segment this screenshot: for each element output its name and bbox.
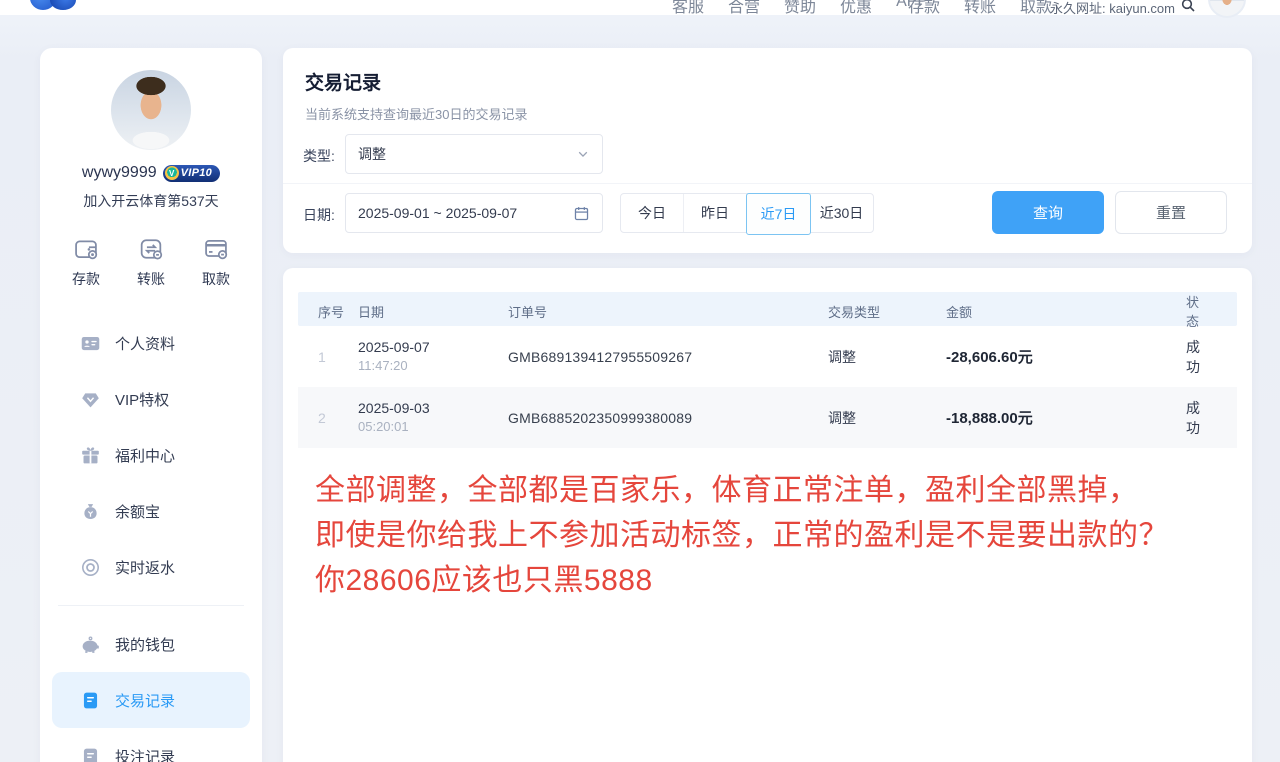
nav-sponsorship[interactable]: 赞助 — [784, 0, 816, 17]
vip-shield-icon: V — [165, 166, 179, 180]
cell-amount: -28,606.60元 — [946, 346, 1186, 367]
top-wallet-links: 存款 转账 取款 — [908, 0, 1052, 17]
date-range-input[interactable]: 2025-09-01 ~ 2025-09-07 — [345, 193, 603, 233]
quick-action-transfer[interactable]: 转账 — [137, 235, 165, 289]
top-nav-bar: 客服 合营 赞助 优惠 APP 存款 转账 取款 永久网址: kaiyun.co… — [0, 0, 1280, 15]
id-card-icon — [80, 333, 101, 354]
header-amount: 金额 — [946, 302, 1186, 321]
header-index: 序号 — [318, 302, 358, 321]
bank-card-icon — [202, 235, 230, 263]
sidebar-menu: 个人资料 VIP特权 — [40, 315, 262, 762]
header-date: 日期 — [358, 302, 508, 321]
type-select-value: 调整 — [358, 144, 386, 164]
nav-transfer[interactable]: 转账 — [964, 0, 996, 17]
page: 客服 合营 赞助 优惠 APP 存款 转账 取款 永久网址: kaiyun.co… — [0, 0, 1280, 762]
top-nav-links: 客服 合营 赞助 优惠 APP — [672, 0, 928, 17]
nav-promotions[interactable]: 优惠 — [840, 0, 872, 17]
cell-amount: -18,888.00元 — [946, 407, 1186, 428]
table-row[interactable]: 2 2025-09-03 05:20:01 GMB688520235099938… — [298, 387, 1237, 448]
chevron-down-icon — [576, 147, 590, 161]
filter-card: 交易记录 当前系统支持查询最近30日的交易记录 类型: 调整 日期: 2025-… — [283, 48, 1252, 253]
range-30days-button[interactable]: 近30日 — [810, 194, 873, 232]
cell-index: 2 — [318, 410, 358, 426]
cell-date: 2025-09-03 05:20:01 — [358, 398, 508, 437]
money-bag-icon — [80, 501, 101, 522]
header-status: 状态 — [1186, 292, 1229, 330]
sidebar-item-profile[interactable]: 个人资料 — [40, 315, 262, 371]
search-icon[interactable] — [1180, 0, 1196, 13]
gift-icon — [80, 445, 101, 466]
reset-button[interactable]: 重置 — [1115, 191, 1227, 234]
sidebar-item-vip[interactable]: VIP特权 — [40, 371, 262, 427]
nav-withdraw[interactable]: 取款 — [1020, 0, 1052, 17]
sidebar-item-transactions[interactable]: 交易记录 — [52, 672, 250, 728]
nav-customer-service[interactable]: 客服 — [672, 0, 704, 17]
range-today-button[interactable]: 今日 — [621, 194, 684, 232]
transfer-icon — [137, 235, 165, 263]
nav-deposit[interactable]: 存款 — [908, 0, 940, 17]
red-annotation-text: 全部调整，全部都是百家乐，体育正常注单，盈利全部黑掉， 即使是你给我上不参加活动… — [315, 468, 1235, 603]
type-label: 类型: — [303, 146, 335, 166]
cell-type: 调整 — [828, 347, 946, 367]
cell-order-number: GMB6891394127955509267 — [508, 349, 828, 365]
page-title: 交易记录 — [305, 68, 381, 95]
sidebar-item-bets[interactable]: 投注记录 — [40, 728, 262, 762]
sidebar: wywy9999 V VIP10 加入开云体育第537天 存款 — [40, 48, 262, 762]
sidebar-item-rebate[interactable]: 实时返水 — [40, 539, 262, 595]
cell-type: 调整 — [828, 408, 946, 428]
quick-actions: 存款 转账 — [40, 235, 262, 289]
sidebar-item-welfare[interactable]: 福利中心 — [40, 427, 262, 483]
cell-status: 成功 — [1186, 337, 1230, 377]
nav-partnership[interactable]: 合营 — [728, 0, 760, 17]
site-logo[interactable] — [30, 0, 76, 10]
wallet-icon — [72, 235, 100, 263]
page-subtitle: 当前系统支持查询最近30日的交易记录 — [305, 104, 527, 123]
sidebar-item-yuebao[interactable]: 余额宝 — [40, 483, 262, 539]
date-quick-range-group: 今日 昨日 近7日 近30日 — [620, 193, 874, 233]
date-label: 日期: — [303, 205, 335, 225]
bet-doc-icon — [80, 746, 101, 762]
query-button[interactable]: 查询 — [992, 191, 1104, 234]
filter-divider — [283, 183, 1252, 184]
sidebar-item-wallet[interactable]: 我的钱包 — [40, 616, 262, 672]
membership-days-text: 加入开云体育第537天 — [40, 191, 262, 211]
username: wywy9999 — [82, 164, 157, 182]
user-avatar-large[interactable] — [111, 70, 191, 150]
transaction-doc-icon — [80, 690, 101, 711]
piggy-bank-icon — [80, 634, 101, 655]
range-yesterday-button[interactable]: 昨日 — [684, 194, 747, 232]
cell-index: 1 — [318, 349, 358, 365]
vip-gem-icon — [80, 389, 101, 410]
cell-status: 成功 — [1186, 398, 1230, 438]
vip-badge: V VIP10 — [163, 165, 220, 182]
cell-date: 2025-09-07 11:47:20 — [358, 337, 508, 376]
quick-action-deposit[interactable]: 存款 — [72, 235, 100, 289]
header-order: 订单号 — [508, 302, 828, 321]
header-type: 交易类型 — [828, 302, 946, 321]
table-header-row: 序号 日期 订单号 交易类型 金额 状态 — [298, 292, 1237, 326]
permanent-url-note: 永久网址: kaiyun.com — [1050, 0, 1175, 17]
quick-action-withdraw[interactable]: 取款 — [202, 235, 230, 289]
table-row[interactable]: 1 2025-09-07 11:47:20 GMB689139412795550… — [298, 326, 1237, 387]
date-range-value: 2025-09-01 ~ 2025-09-07 — [358, 205, 517, 221]
range-7days-button[interactable]: 近7日 — [746, 193, 811, 235]
sidebar-divider — [58, 605, 244, 606]
calendar-icon — [573, 205, 590, 222]
ring-icon — [80, 557, 101, 578]
cell-order-number: GMB6885202350999380089 — [508, 410, 828, 426]
type-select[interactable]: 调整 — [345, 134, 603, 174]
user-avatar-small[interactable] — [1208, 0, 1246, 18]
